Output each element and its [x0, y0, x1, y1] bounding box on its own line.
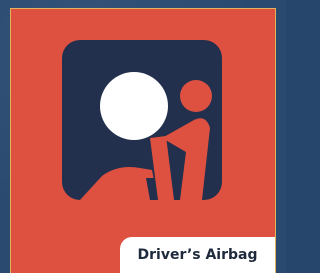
airbag-card[interactable]: Driver’s Airbag: [10, 8, 276, 273]
caption-label: Driver’s Airbag: [137, 247, 258, 263]
airbag-icon: [62, 40, 222, 200]
caption-box: Driver’s Airbag: [120, 237, 275, 273]
